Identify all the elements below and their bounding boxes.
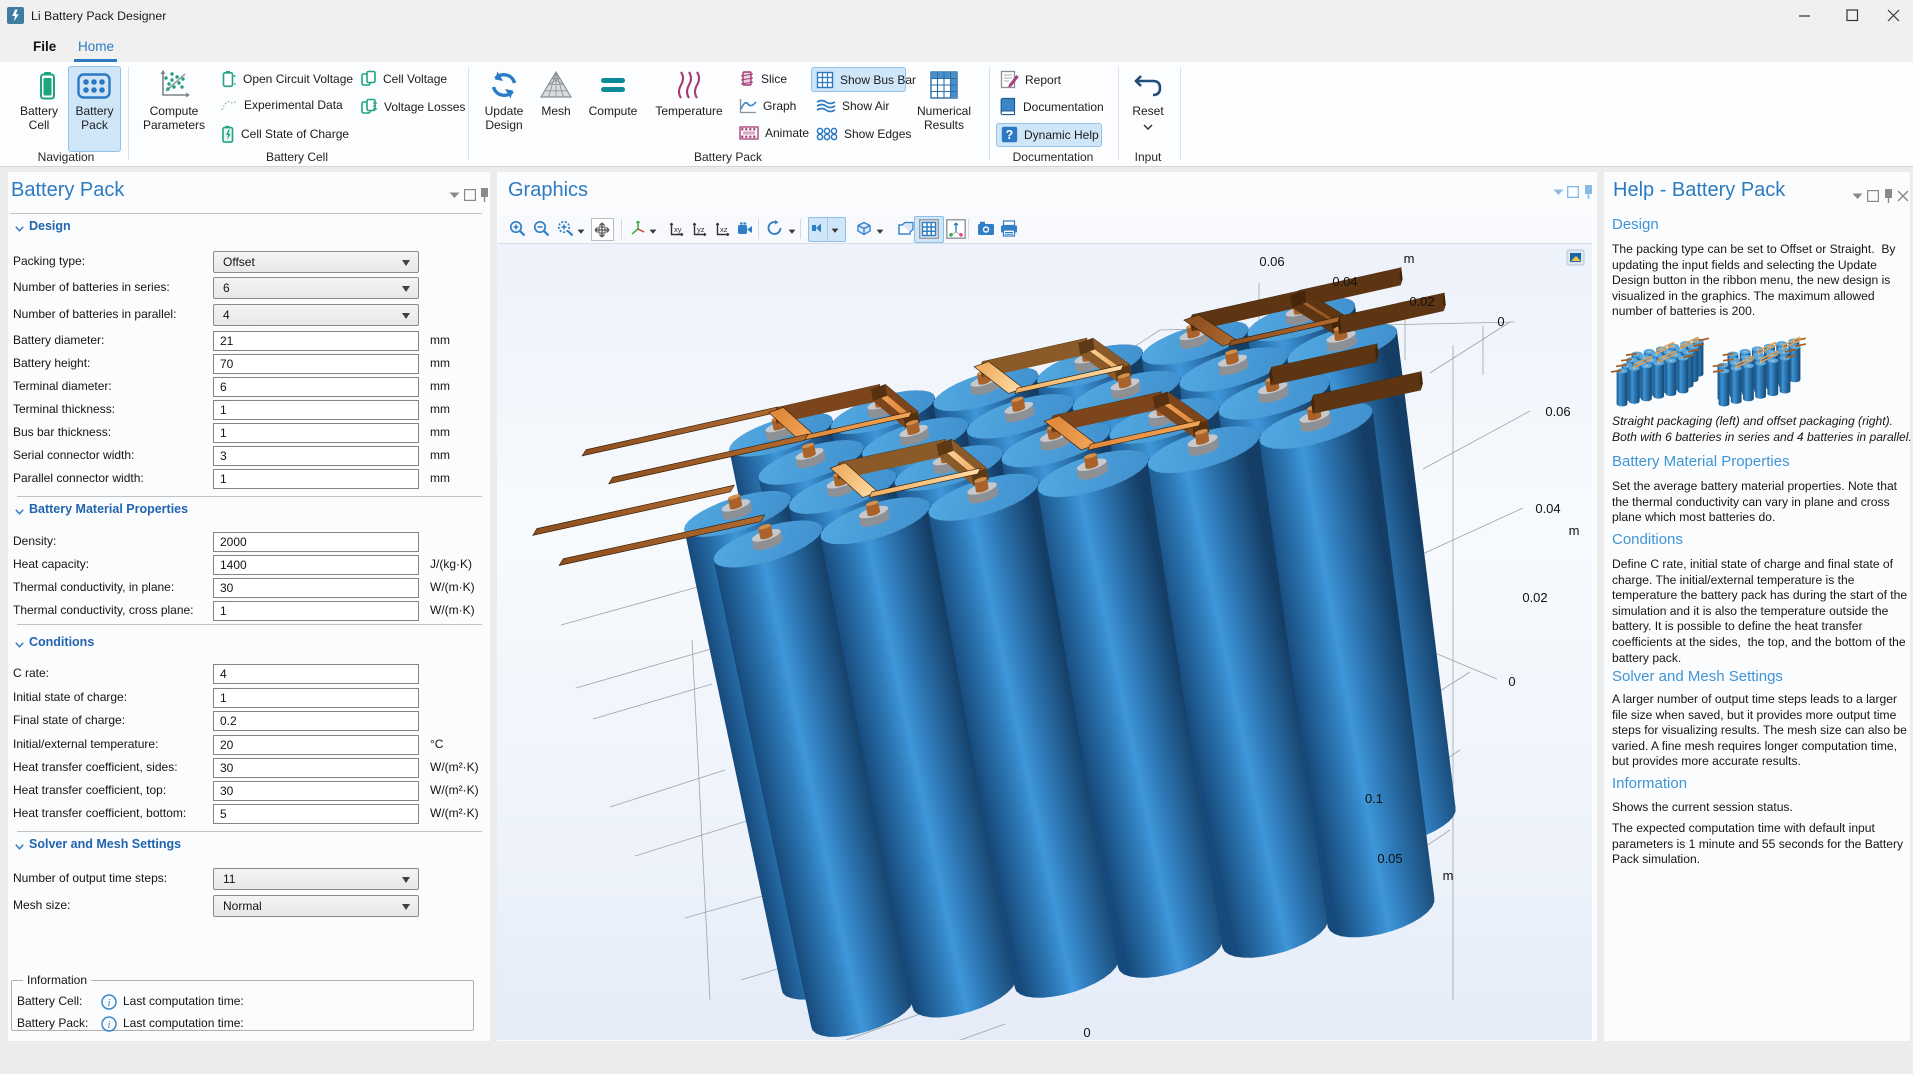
svg-text:0.02: 0.02 (1522, 590, 1547, 605)
svg-text:xz: xz (720, 225, 728, 234)
svg-text:?: ? (1006, 128, 1014, 142)
svg-text:0.04: 0.04 (1332, 274, 1357, 289)
svg-text:0.05: 0.05 (1377, 851, 1402, 866)
svg-text:0: 0 (1083, 1025, 1090, 1040)
svg-text:xy: xy (674, 225, 682, 234)
svg-text:yz: yz (697, 225, 705, 234)
svg-text:i: i (107, 997, 110, 1009)
svg-text:0.04: 0.04 (1535, 501, 1560, 516)
svg-text:m: m (1569, 523, 1580, 538)
svg-text:0.02: 0.02 (1409, 294, 1434, 309)
svg-text:0.06: 0.06 (1259, 254, 1284, 269)
svg-text:0: 0 (1497, 314, 1504, 329)
svg-text:0: 0 (1508, 674, 1515, 689)
svg-text:m: m (1404, 251, 1415, 266)
svg-text:0.06: 0.06 (1545, 404, 1570, 419)
svg-text:i: i (107, 1019, 110, 1031)
svg-text:0.1: 0.1 (1365, 791, 1383, 806)
svg-text:m: m (1443, 868, 1454, 883)
